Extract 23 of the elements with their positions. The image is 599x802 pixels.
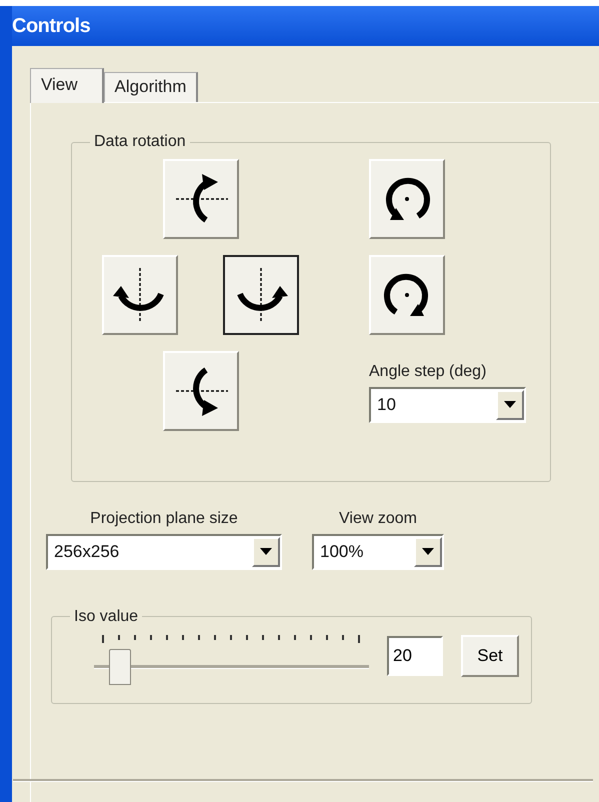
- field-label: View zoom: [339, 510, 417, 528]
- tab[interactable]: View: [30, 68, 104, 103]
- group-title: Data rotation: [93, 133, 187, 151]
- rotation-button[interactable]: [369, 158, 445, 239]
- rotation-button[interactable]: [102, 254, 178, 335]
- iso-value-field[interactable]: 20: [387, 636, 443, 676]
- field-label: Angle step (deg): [369, 362, 488, 381]
- rotation-button[interactable]: [162, 158, 238, 239]
- group-title: Iso value: [73, 608, 140, 626]
- caret-icon: [260, 548, 272, 556]
- field-label: Projection plane size: [90, 510, 238, 528]
- angle-step-dropdown[interactable]: 10: [369, 386, 526, 423]
- projection-size-dropdown[interactable]: 256x256: [46, 534, 282, 570]
- rotation-button[interactable]: [369, 254, 445, 335]
- view-zoom-dropdown[interactable]: 100%: [312, 534, 444, 570]
- caret-icon: [504, 401, 516, 408]
- tab[interactable]: Algorithm: [104, 72, 198, 102]
- slider-thumb[interactable]: [109, 649, 132, 686]
- rotation-button[interactable]: [223, 254, 299, 335]
- set-button[interactable]: Set: [461, 635, 519, 678]
- caret-icon: [422, 548, 434, 556]
- window-title: Controls: [12, 14, 90, 38]
- rotation-button[interactable]: [162, 350, 238, 431]
